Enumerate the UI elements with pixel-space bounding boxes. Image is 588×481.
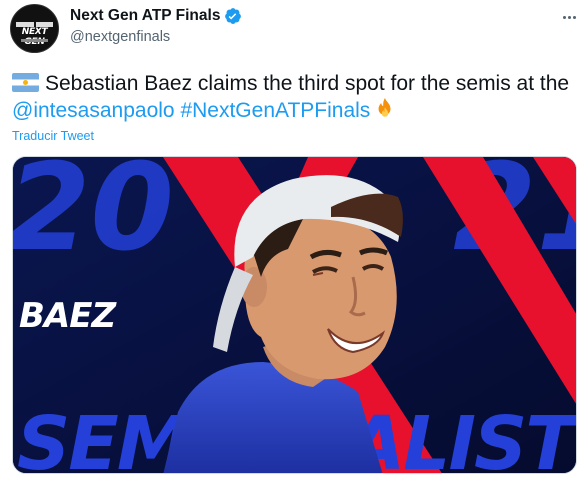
handle[interactable]: @nextgenfinals <box>70 29 170 45</box>
mention-link[interactable]: @intesasanpaolo <box>12 99 175 122</box>
translate-tweet-link[interactable]: Traducir Tweet <box>12 129 94 143</box>
hashtag-link[interactable]: #NextGenATPFinals <box>180 99 370 122</box>
tweet-media-image[interactable]: 20 21 SEMIFINALIST <box>12 156 577 474</box>
player-name-text: BAEZ <box>19 296 116 336</box>
year-left-text: 20 <box>13 157 174 278</box>
avatar-logo-text: NEXT GEN <box>21 27 48 47</box>
name-row: Next Gen ATP Finals <box>70 7 242 25</box>
tweet-card: NEXT GEN Next Gen ATP Finals @nextgenfin… <box>0 0 588 481</box>
argentina-flag-icon <box>12 73 39 92</box>
verified-badge-icon <box>225 8 242 24</box>
fire-icon <box>378 98 391 117</box>
display-name[interactable]: Next Gen ATP Finals <box>70 7 220 25</box>
tweet-body-text: Sebastian Baez claims the third spot for… <box>45 72 570 95</box>
more-options-icon[interactable] <box>556 8 582 26</box>
avatar[interactable]: NEXT GEN <box>10 4 59 53</box>
avatar-logo-underline <box>21 39 48 42</box>
tweet-text: Sebastian Baez claims the third spot for… <box>12 70 582 124</box>
